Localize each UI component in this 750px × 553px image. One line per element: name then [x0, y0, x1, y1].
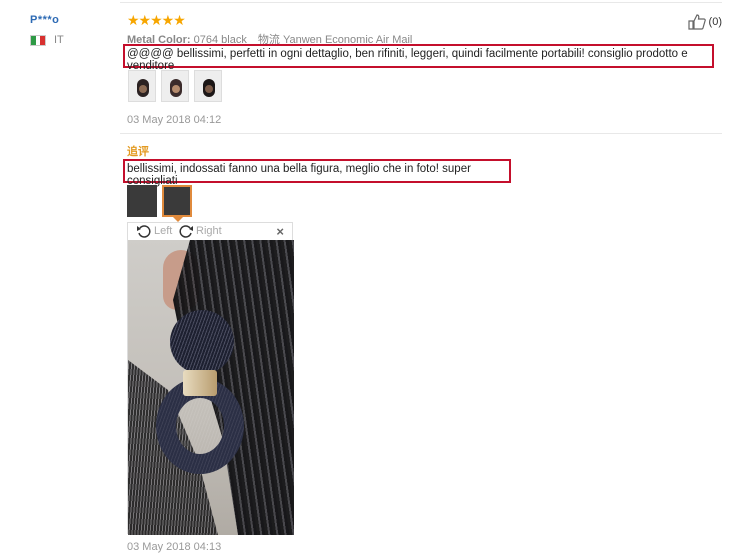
followup-divider — [120, 133, 722, 134]
review-image-thumb[interactable] — [128, 70, 156, 102]
close-viewer-button[interactable]: × — [276, 225, 284, 238]
followup-date: 03 May 2018 04:13 — [127, 541, 222, 553]
review-date: 03 May 2018 04:12 — [127, 114, 222, 126]
rotate-right-label: Right — [196, 225, 222, 237]
review-image-thumb[interactable] — [194, 70, 222, 102]
review-text: @@@@ bellissimi, perfetti in ogni dettag… — [123, 44, 714, 72]
rotate-right-button[interactable]: Right — [178, 224, 222, 238]
italy-flag-icon — [30, 34, 46, 46]
review-images — [128, 70, 222, 102]
followup-image-thumb-selected[interactable] — [162, 185, 192, 217]
image-viewer: Left Right × — [127, 222, 294, 535]
followup-image-thumb[interactable] — [127, 185, 157, 217]
followup-label: 追评 — [127, 146, 149, 158]
rotate-left-label: Left — [154, 225, 173, 237]
rotate-left-button[interactable]: Left — [136, 224, 172, 238]
review-image-thumb[interactable] — [161, 70, 189, 102]
rotate-right-icon — [179, 225, 193, 238]
viewer-toolbar: Left Right × — [128, 223, 292, 240]
followup-images — [127, 185, 192, 217]
helpful-count: (0) — [708, 16, 722, 28]
followup-text: bellissimi, indossati fanno una bella fi… — [123, 159, 511, 187]
thumbs-up-icon — [687, 14, 706, 30]
reviewer-name[interactable]: P***o — [30, 14, 64, 26]
reviewer-country: IT — [30, 34, 64, 46]
reviewer-info: P***o IT — [30, 14, 64, 46]
helpful-button[interactable]: (0) — [687, 14, 722, 30]
top-divider — [120, 2, 722, 3]
country-code: IT — [54, 34, 64, 46]
rotate-left-icon — [137, 225, 151, 238]
star-rating: ★★★★★ — [127, 12, 186, 28]
enlarged-review-photo — [128, 240, 294, 535]
review-header: ★★★★★ Metal Color: 0764 black 物流 Yanwen … — [127, 12, 727, 47]
